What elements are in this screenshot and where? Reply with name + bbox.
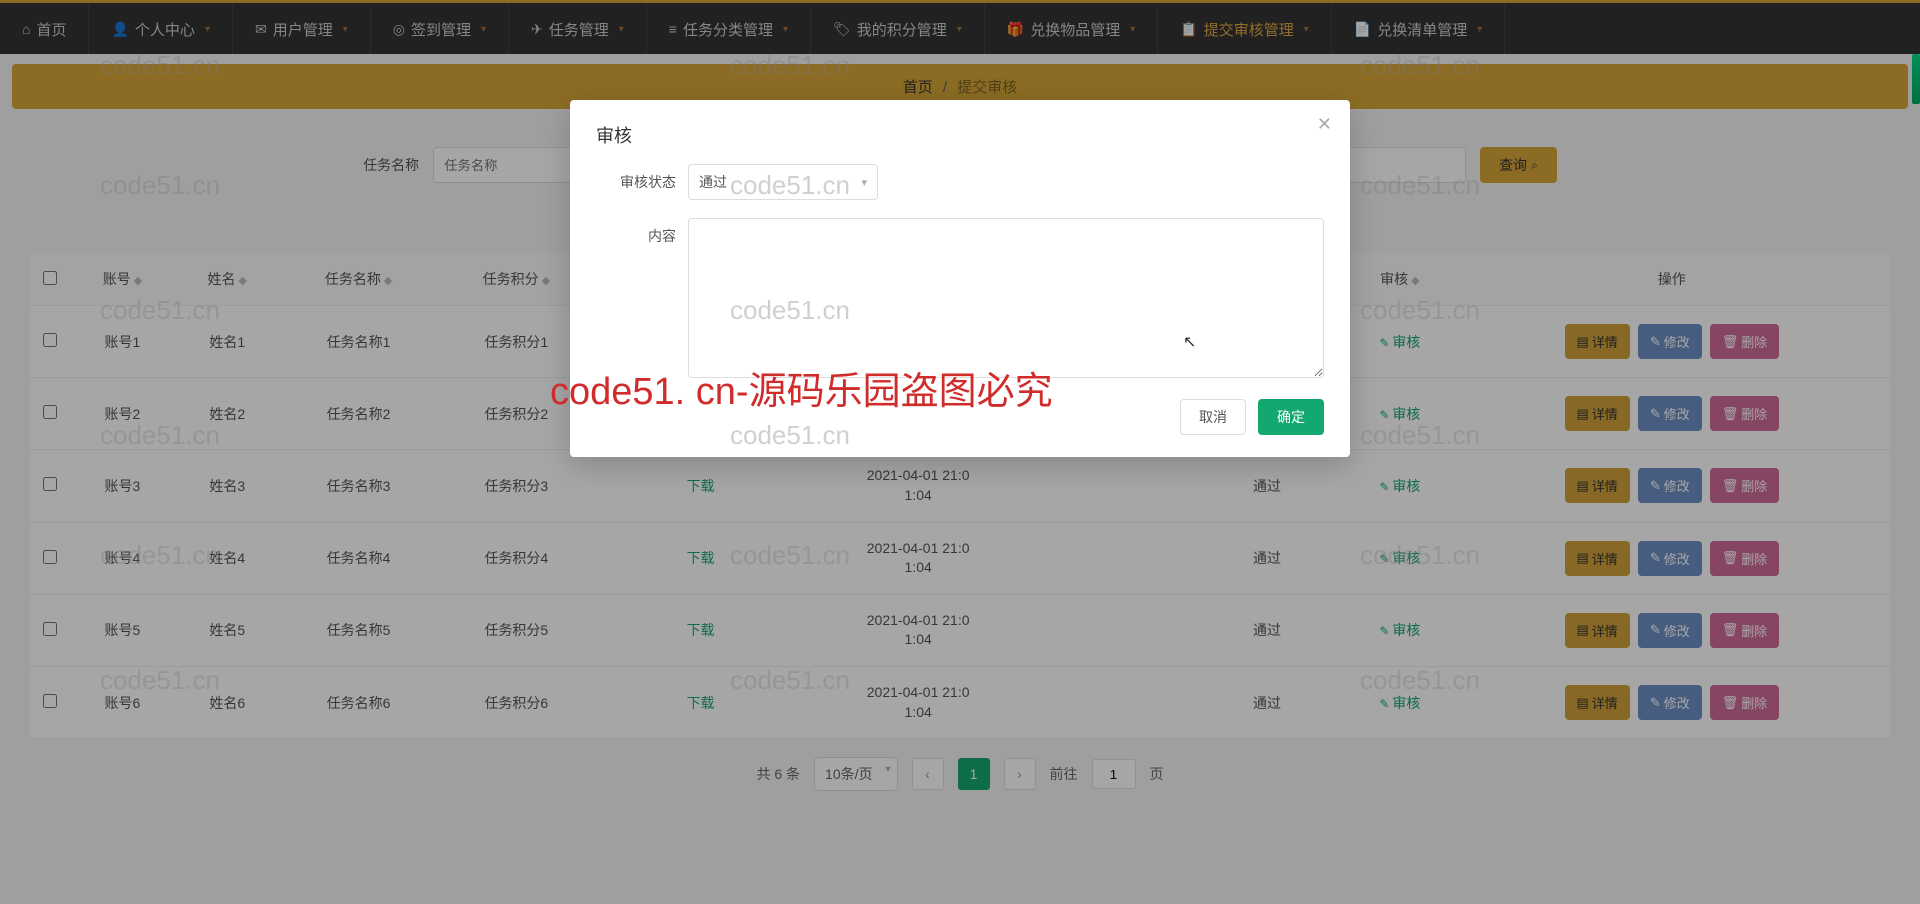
modal-overlay: ✕ 审核 审核状态 通过 ▾ 内容 取消 确定 (0, 0, 1920, 904)
status-label: 审核状态 (596, 164, 676, 192)
chevron-down-icon: ▾ (861, 176, 867, 189)
dialog-title: 审核 (596, 122, 1324, 148)
content-textarea[interactable] (688, 218, 1324, 378)
close-icon[interactable]: ✕ (1317, 114, 1332, 135)
cancel-button[interactable]: 取消 (1180, 399, 1246, 435)
status-select[interactable]: 通过 ▾ (688, 164, 878, 200)
audit-dialog: ✕ 审核 审核状态 通过 ▾ 内容 取消 确定 (570, 100, 1350, 457)
content-label: 内容 (596, 218, 676, 246)
confirm-button[interactable]: 确定 (1258, 399, 1324, 435)
